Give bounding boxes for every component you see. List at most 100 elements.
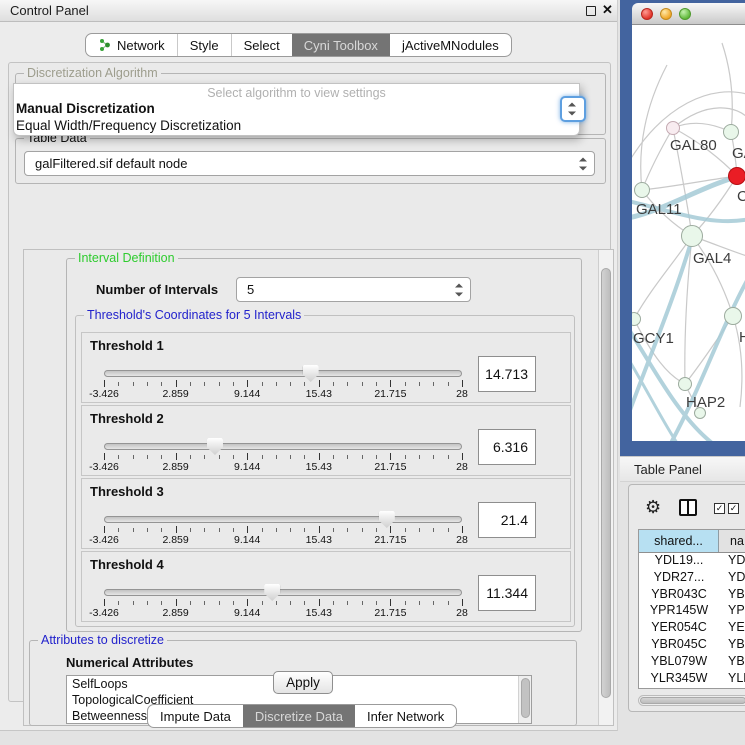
table-cell[interactable]: YLR3 [719, 671, 745, 688]
table-cell[interactable]: YDL1 [719, 553, 745, 570]
network-node[interactable] [681, 225, 703, 247]
table-data-combo-value: galFiltered.sif default node [35, 156, 187, 171]
slider-tick [204, 455, 205, 459]
table-row[interactable]: YBR045CYBR0 [639, 637, 745, 654]
attributes-scrollbar[interactable] [518, 676, 531, 723]
table-cell[interactable]: YIL052C [639, 687, 719, 689]
table-cell[interactable]: YDR2 [719, 570, 745, 587]
attributes-scrollbar-thumb[interactable] [521, 678, 530, 718]
slider-tick [333, 528, 334, 532]
table-cell[interactable]: YER054C [639, 620, 719, 637]
table-cell[interactable]: YPR1 [719, 603, 745, 620]
column-header-name[interactable]: na [719, 530, 745, 552]
threshold-value-field[interactable]: 6.316 [478, 429, 536, 465]
network-node[interactable] [666, 121, 680, 135]
slider-scale-label: 28 [456, 461, 468, 473]
table-scrollbar-thumb[interactable] [640, 697, 745, 704]
table-cell[interactable]: YLR345W [639, 671, 719, 688]
apply-button[interactable]: Apply [273, 671, 333, 694]
table-cell[interactable]: YDR27... [639, 570, 719, 587]
close-traffic-light-icon[interactable] [641, 8, 653, 20]
tab-cyni-toolbox[interactable]: Cyni Toolbox [292, 34, 390, 56]
table-cell[interactable]: YBR0 [719, 587, 745, 604]
tab-jactivemnodules[interactable]: jActiveMNodules [390, 34, 511, 56]
table-cell[interactable]: YBL079W [639, 654, 719, 671]
slider-tick [362, 528, 363, 532]
gear-icon[interactable]: ⚙ [645, 498, 661, 516]
slider-tick [448, 528, 449, 532]
slider-tick [161, 601, 162, 605]
table-cell[interactable]: YBR043C [639, 587, 719, 604]
tab-infer-network[interactable]: Infer Network [355, 705, 456, 727]
threshold-value-field[interactable]: 11.344 [478, 575, 536, 611]
minimize-traffic-light-icon[interactable] [660, 8, 672, 20]
slider-track[interactable] [104, 589, 462, 596]
table-row[interactable]: YBL079WYBL0 [639, 654, 745, 671]
slider-tick [319, 380, 320, 387]
network-node-label: H [739, 329, 745, 346]
slider-tick [104, 380, 105, 387]
tab-select[interactable]: Select [231, 34, 292, 56]
slider-tick [190, 455, 191, 459]
slider-tick [419, 382, 420, 386]
table-row[interactable]: YIL052CYIL0 [639, 687, 745, 689]
threshold-label: Threshold 4 [90, 557, 164, 572]
table-cell[interactable]: YPR145W [639, 603, 719, 620]
close-icon[interactable]: ✕ [602, 2, 613, 18]
slider-scale-label: 2.859 [162, 388, 188, 400]
table-data-combo[interactable]: galFiltered.sif default node [24, 151, 595, 176]
table-cell[interactable]: YDL19... [639, 553, 719, 570]
table-cell[interactable]: YER0 [719, 620, 745, 637]
float-window-icon[interactable] [586, 6, 596, 16]
slider-tick [362, 455, 363, 459]
table-row[interactable]: YER054CYER0 [639, 620, 745, 637]
table-cell[interactable]: YIL0 [719, 687, 745, 689]
network-node[interactable] [724, 307, 742, 325]
algorithm-option-manual[interactable]: Manual Discretization [14, 100, 579, 117]
table-row[interactable]: YDL19...YDL1 [639, 553, 745, 570]
network-node[interactable] [694, 407, 706, 419]
table-horizontal-scrollbar[interactable] [638, 695, 745, 706]
threshold-value-field[interactable]: 14.713 [478, 356, 536, 392]
table-cell[interactable]: YBR0 [719, 637, 745, 654]
split-view-icon[interactable] [679, 499, 697, 516]
table-row[interactable]: YDR27...YDR2 [639, 570, 745, 587]
tab-style[interactable]: Style [177, 34, 231, 56]
network-node[interactable] [634, 182, 650, 198]
number-of-intervals-combo[interactable]: 5 [236, 277, 471, 302]
slider-track[interactable] [104, 443, 462, 450]
slider-track[interactable] [104, 370, 462, 377]
tab-label: Cyni Toolbox [304, 38, 378, 53]
threshold-value-field[interactable]: 21.4 [478, 502, 536, 538]
slider-tick [176, 453, 177, 460]
network-window-titlebar[interactable] [632, 3, 745, 25]
tab-network[interactable]: Network [86, 34, 177, 56]
slider-ticks [104, 526, 462, 534]
checkbox-icon[interactable]: ✓ [728, 503, 739, 514]
table-row[interactable]: YPR145WYPR1 [639, 603, 745, 620]
network-node[interactable] [728, 167, 745, 185]
network-canvas[interactable]: GAL80GACGAL11GAL4GCY1HHAP2 [632, 25, 745, 441]
slider-tick [462, 599, 463, 606]
table-panel-bar: Table Panel [620, 456, 745, 482]
slider-tick [362, 382, 363, 386]
table-cell[interactable]: YBL0 [719, 654, 745, 671]
settings-scrollbar-thumb[interactable] [601, 268, 611, 698]
table-row[interactable]: YBR043CYBR0 [639, 587, 745, 604]
network-node[interactable] [678, 377, 692, 391]
table-cell[interactable]: YBR045C [639, 637, 719, 654]
slider-tick [133, 601, 134, 605]
tab-impute-data[interactable]: Impute Data [148, 705, 243, 727]
table-row[interactable]: YLR345WYLR3 [639, 671, 745, 688]
slider-tick [262, 455, 263, 459]
checkbox-icon[interactable]: ✓ [714, 503, 725, 514]
network-node[interactable] [723, 124, 739, 140]
column-header-shared-name[interactable]: shared... [639, 530, 719, 552]
slider-tick [462, 526, 463, 533]
algorithm-option-equal-width[interactable]: Equal Width/Frequency Discretization [14, 117, 579, 134]
algorithm-combo-focus-ring[interactable] [560, 96, 586, 122]
slider-track[interactable] [104, 516, 462, 523]
settings-scrollbar[interactable] [598, 250, 613, 725]
tab-discretize-data[interactable]: Discretize Data [243, 705, 355, 727]
zoom-traffic-light-icon[interactable] [679, 8, 691, 20]
